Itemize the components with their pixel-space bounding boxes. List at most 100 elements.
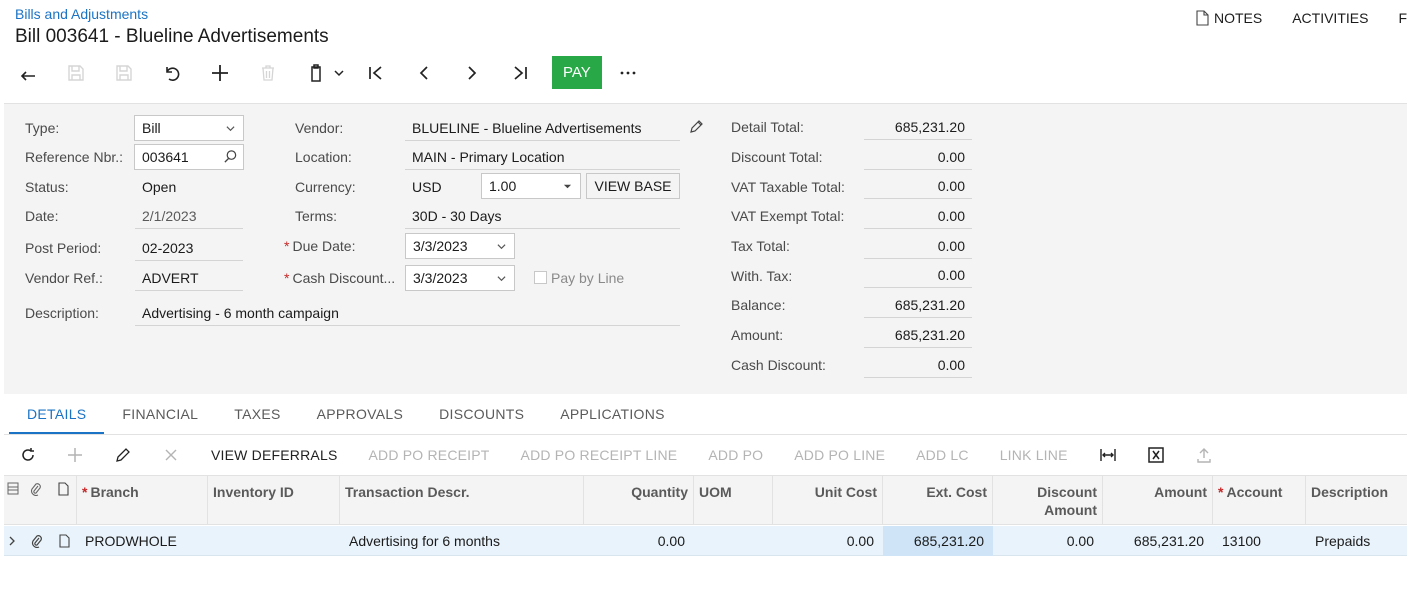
chevron-right-icon xyxy=(468,65,477,80)
vendor-field[interactable]: BLUELINE - Blueline Advertisements xyxy=(405,115,680,141)
next-record-button[interactable] xyxy=(456,57,488,89)
cash-discount-date-field[interactable]: 3/3/2023 xyxy=(405,265,515,291)
tab-taxes[interactable]: TAXES xyxy=(216,398,298,435)
cell-quantity[interactable]: 0.00 xyxy=(584,526,685,556)
table-row[interactable]: PRODWHOLE Advertising for 6 months 0.00 … xyxy=(4,526,1407,556)
due-date-label: Due Date: xyxy=(284,238,355,254)
add-po-line-button[interactable]: ADD PO LINE xyxy=(794,447,885,463)
note-icon[interactable] xyxy=(58,534,71,548)
tab-financial[interactable]: FINANCIAL xyxy=(104,398,216,435)
chevron-right-icon[interactable] xyxy=(8,535,16,547)
cell-amount[interactable]: 685,231.20 xyxy=(1103,526,1204,556)
link-line-button[interactable]: LINK LINE xyxy=(1000,447,1068,463)
add-row-button[interactable] xyxy=(65,445,85,465)
more-button[interactable] xyxy=(612,57,644,89)
cell-account[interactable]: 13100 xyxy=(1222,526,1302,556)
add-po-button[interactable]: ADD PO xyxy=(708,447,763,463)
paperclip-icon[interactable] xyxy=(30,534,43,548)
cancel-button[interactable] xyxy=(156,57,188,89)
vendor-ref-field[interactable]: ADVERT xyxy=(135,265,243,291)
fit-width-icon xyxy=(1099,449,1116,461)
col-quantity[interactable]: Quantity xyxy=(584,476,694,524)
files-link[interactable]: F xyxy=(1398,10,1407,26)
activities-label: ACTIVITIES xyxy=(1292,10,1369,26)
col-description[interactable]: Description xyxy=(1306,476,1407,524)
location-field[interactable]: MAIN - Primary Location xyxy=(405,144,680,170)
with-tax-label: With. Tax: xyxy=(731,268,793,284)
clipboard-button[interactable] xyxy=(300,57,332,89)
edit-row-button[interactable] xyxy=(113,445,133,465)
row-selector-icon xyxy=(7,482,19,495)
back-button[interactable] xyxy=(12,57,44,89)
date-field[interactable]: 2/1/2023 xyxy=(135,203,243,229)
col-uom[interactable]: UOM xyxy=(694,476,773,524)
due-date-value: 3/3/2023 xyxy=(413,238,468,254)
description-label: Description: xyxy=(25,305,99,321)
search-icon[interactable] xyxy=(223,149,238,164)
col-branch[interactable]: Branch xyxy=(76,476,208,524)
currency-rate-select[interactable]: 1.00 xyxy=(481,173,581,199)
save-button[interactable] xyxy=(108,57,140,89)
notes-link[interactable]: NOTES xyxy=(1196,10,1262,26)
col-amount[interactable]: Amount xyxy=(1103,476,1213,524)
col-transaction-descr[interactable]: Transaction Descr. xyxy=(340,476,584,524)
activities-link[interactable]: ACTIVITIES xyxy=(1292,10,1368,26)
cell-discount-amount[interactable]: 0.00 xyxy=(993,526,1094,556)
tab-applications[interactable]: APPLICATIONS xyxy=(542,398,682,435)
cell-unit-cost[interactable]: 0.00 xyxy=(773,526,874,556)
vendor-ref-label: Vendor Ref.: xyxy=(25,270,103,286)
branch-header: Branch xyxy=(82,484,139,500)
delete-row-button[interactable] xyxy=(161,445,181,465)
tab-discounts[interactable]: DISCOUNTS xyxy=(421,398,542,435)
fit-columns-button[interactable] xyxy=(1098,445,1118,465)
col-ext-cost[interactable]: Ext. Cost xyxy=(883,476,993,524)
cell-ext-cost[interactable]: 685,231.20 xyxy=(883,526,993,556)
breadcrumb[interactable]: Bills and Adjustments xyxy=(15,6,148,22)
cell-branch[interactable]: PRODWHOLE xyxy=(85,526,205,556)
cell-transaction-descr[interactable]: Advertising for 6 months xyxy=(349,526,579,556)
add-button[interactable] xyxy=(204,57,236,89)
cash-discount-label: Cash Discount: xyxy=(731,357,826,373)
col-inventory-id[interactable]: Inventory ID xyxy=(208,476,340,524)
chevron-down-icon xyxy=(334,69,344,76)
status-value: Open xyxy=(142,179,177,195)
grid-header: Branch Inventory ID Transaction Descr. Q… xyxy=(4,475,1407,525)
previous-record-button[interactable] xyxy=(408,57,440,89)
refresh-button[interactable] xyxy=(18,445,38,465)
more-icon xyxy=(620,71,636,74)
type-select[interactable]: Bill xyxy=(134,115,244,141)
view-base-button[interactable]: VIEW BASE xyxy=(586,173,680,199)
col-unit-cost[interactable]: Unit Cost xyxy=(773,476,883,524)
pay-by-line-checkbox[interactable] xyxy=(534,271,547,284)
export-excel-button[interactable] xyxy=(1146,445,1166,465)
pay-button[interactable]: PAY xyxy=(552,56,602,89)
add-po-receipt-button[interactable]: ADD PO RECEIPT xyxy=(369,447,490,463)
cell-inventory-id[interactable] xyxy=(213,526,333,556)
save-icon xyxy=(116,64,132,81)
copy-paste-menu[interactable] xyxy=(300,57,344,89)
cell-uom[interactable] xyxy=(699,526,769,556)
status-label: Status: xyxy=(25,179,69,195)
view-deferrals-button[interactable]: VIEW DEFERRALS xyxy=(211,447,338,463)
description-field[interactable]: Advertising - 6 month campaign xyxy=(135,300,680,326)
reference-nbr-field[interactable]: 003641 xyxy=(134,144,244,170)
cash-discount-date-value: 3/3/2023 xyxy=(413,270,468,286)
save-close-button[interactable] xyxy=(60,57,92,89)
tab-approvals[interactable]: APPROVALS xyxy=(299,398,421,435)
pencil-icon[interactable] xyxy=(688,119,704,135)
first-record-button[interactable] xyxy=(360,57,392,89)
plus-icon xyxy=(212,64,228,81)
post-period-field[interactable]: 02-2023 xyxy=(135,235,243,261)
add-po-receipt-line-button[interactable]: ADD PO RECEIPT LINE xyxy=(521,447,678,463)
col-discount-amount[interactable]: Discount Amount xyxy=(993,476,1103,524)
delete-button[interactable] xyxy=(252,57,284,89)
notes-label: NOTES xyxy=(1213,10,1263,26)
col-account[interactable]: Account xyxy=(1213,476,1306,524)
due-date-field[interactable]: 3/3/2023 xyxy=(405,233,515,259)
tab-details[interactable]: DETAILS xyxy=(9,398,105,435)
cell-description[interactable]: Prepaids xyxy=(1315,526,1405,556)
upload-button[interactable] xyxy=(1194,445,1214,465)
add-lc-button[interactable]: ADD LC xyxy=(916,447,969,463)
last-record-button[interactable] xyxy=(504,57,536,89)
terms-field[interactable]: 30D - 30 Days xyxy=(405,203,680,229)
